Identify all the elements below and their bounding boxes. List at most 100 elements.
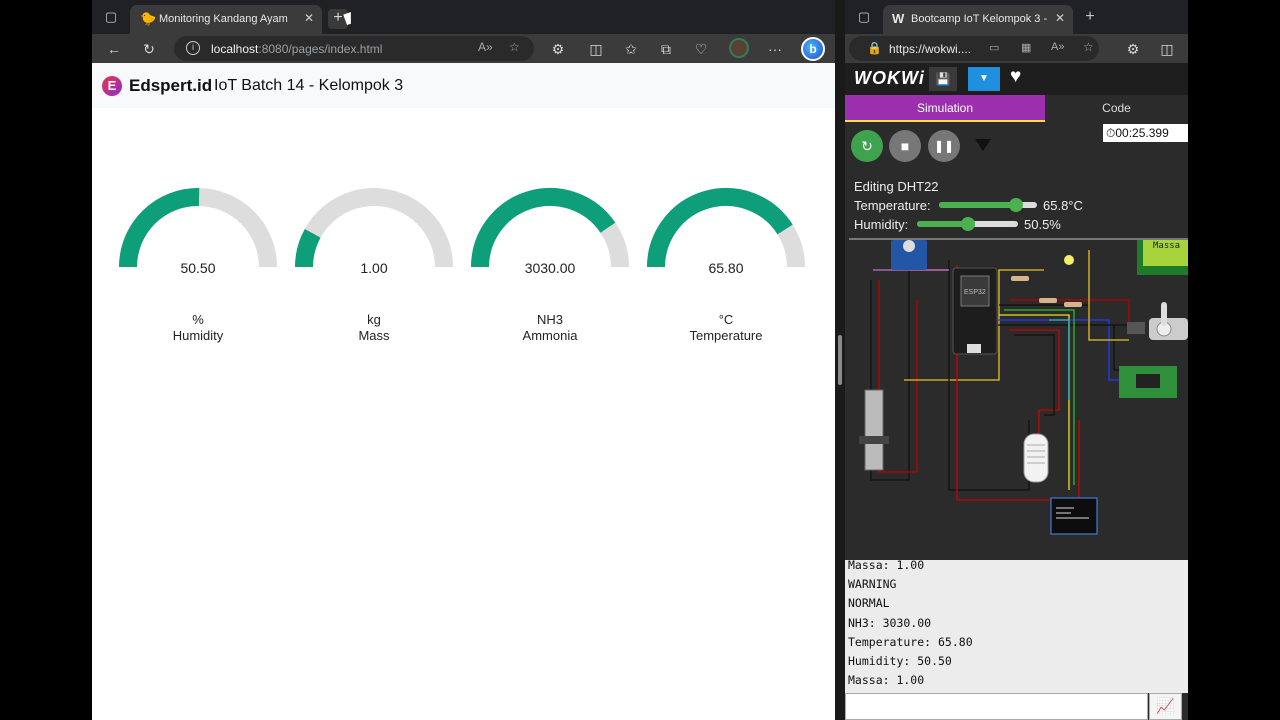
- stop-simulation-button[interactable]: ■: [889, 130, 921, 162]
- wokwi-w-icon: W: [892, 11, 905, 26]
- divider-grip[interactable]: [838, 335, 842, 385]
- temperature-slider-knob[interactable]: [1009, 198, 1024, 212]
- gauge-track: [295, 188, 453, 268]
- heart-icon[interactable]: ♥: [1010, 66, 1021, 88]
- gauge-mass: 1.00 kg Mass: [286, 187, 462, 347]
- wokwi-logo[interactable]: WOKWi: [854, 68, 925, 89]
- collections-icon[interactable]: ⧉: [656, 39, 676, 59]
- temperature-slider[interactable]: [939, 198, 1037, 212]
- favorite-star-icon[interactable]: ☆: [1083, 40, 1094, 54]
- split-screen-icon[interactable]: ◫: [1157, 39, 1177, 59]
- gauge-value: 3030.00: [524, 260, 576, 276]
- close-tab-icon[interactable]: ✕: [1055, 11, 1065, 25]
- gauge-label: Mass: [358, 328, 390, 343]
- tab-actions-icon[interactable]: ▢: [102, 8, 120, 26]
- restart-simulation-button[interactable]: ↻: [851, 130, 883, 162]
- gauge-unit: °C: [718, 312, 734, 327]
- resistor-3: [1064, 302, 1082, 307]
- chick-icon: 🐤: [140, 11, 157, 26]
- gauge-value: 65.80: [708, 260, 744, 276]
- gauge-label: Ammonia: [522, 328, 578, 343]
- serial-plotter-icon[interactable]: 📈: [1149, 693, 1182, 720]
- serial-line: Temperature: 65.80: [848, 634, 973, 649]
- gauge-fill: [471, 187, 616, 268]
- serial-line: WARNING: [848, 577, 897, 592]
- lcd-text: Massa: [1153, 241, 1180, 251]
- hx711-chip: [1136, 374, 1160, 388]
- url-text: localhost:8080/pages/index.html: [211, 42, 383, 56]
- serial-line: NORMAL: [848, 596, 890, 611]
- web-page: E Edspert.id IoT Batch 14 - Kelompok 3 5…: [92, 63, 835, 720]
- new-tab-button[interactable]: +: [1081, 8, 1099, 26]
- wokwi-tabs: Simulation Code: [845, 95, 1188, 122]
- split-screen-icon[interactable]: ◫: [586, 39, 606, 59]
- stopwatch-icon: ⏱: [1106, 126, 1116, 140]
- refresh-icon[interactable]: ↻: [139, 39, 159, 59]
- gauge-unit: %: [192, 312, 204, 327]
- gauge-unit: NH3: [536, 312, 563, 327]
- back-icon[interactable]: ←: [104, 39, 124, 59]
- gauge-fill: [119, 188, 200, 268]
- favorites-icon[interactable]: ✩: [621, 39, 641, 59]
- load-cell-mount: [859, 436, 889, 444]
- info-icon[interactable]: i: [186, 41, 200, 55]
- serial-line: Humidity: 50.50: [848, 654, 952, 668]
- right-browser-toolbar: 🔒 https://wokwi.... ▭ ▦ A» ☆ ⚙ ◫: [845, 34, 1188, 63]
- save-dropdown-button[interactable]: ▼: [968, 67, 1000, 91]
- humidity-slider-knob[interactable]: [961, 217, 975, 231]
- servo-connector: [1127, 322, 1145, 334]
- dht22-edit-panel: Editing DHT22 Temperature: 65.8°C Humidi…: [845, 175, 1188, 239]
- dht22-sensor: [1023, 433, 1049, 483]
- humidity-slider[interactable]: [917, 217, 1018, 231]
- more-menu-icon[interactable]: ···: [765, 39, 785, 59]
- page-title: IoT Batch 14 - Kelompok 3: [214, 77, 404, 94]
- tab-title: Monitoring Kandang Ayam: [159, 13, 288, 25]
- lock-icon[interactable]: 🔒: [867, 41, 882, 55]
- right-tab-strip: ▢ W Bootcamp IoT Kelompok 3 - W ✕ +: [845, 0, 1188, 34]
- tab-code[interactable]: Code: [1045, 95, 1188, 122]
- bing-copilot-icon[interactable]: b: [801, 37, 825, 61]
- address-bar[interactable]: i localhost:8080/pages/index.html A» ☆: [174, 36, 534, 61]
- split-view-divider[interactable]: [835, 0, 845, 720]
- serial-input[interactable]: [845, 693, 1148, 720]
- close-tab-icon[interactable]: ✕: [304, 11, 314, 25]
- circuit-canvas[interactable]: Massa ESP32: [849, 238, 1188, 560]
- extensions-icon[interactable]: ⚙: [1123, 39, 1143, 59]
- edspert-logo-icon: E: [102, 76, 122, 96]
- read-aloud-icon[interactable]: A»: [478, 40, 493, 54]
- editing-title: Editing DHT22: [854, 179, 939, 194]
- tab-wokwi[interactable]: W Bootcamp IoT Kelompok 3 - W ✕: [883, 5, 1073, 34]
- tab-simulation[interactable]: Simulation: [845, 95, 1045, 122]
- address-bar[interactable]: 🔒 https://wokwi.... ▭ ▦ A» ☆: [849, 36, 1099, 61]
- tab-monitoring[interactable]: 🐤 Monitoring Kandang Ayam ✕: [130, 5, 322, 34]
- resistor-1: [1011, 276, 1029, 281]
- app-available-icon[interactable]: ▭: [989, 41, 999, 54]
- pause-simulation-button[interactable]: ❚❚: [928, 130, 960, 162]
- left-browser-window: ▢ 🐤 Monitoring Kandang Ayam ✕ + ← ↻ i lo…: [92, 0, 835, 720]
- serial-line: Massa: 1.00: [848, 560, 925, 572]
- temperature-value: 65.8°C: [1043, 198, 1083, 213]
- gauge-arc: [647, 188, 805, 268]
- gauge-arc: [471, 187, 629, 268]
- gauge-label: Humidity: [172, 328, 224, 343]
- temperature-label: Temperature:: [854, 198, 931, 213]
- save-button[interactable]: 💾: [929, 67, 957, 91]
- profile-avatar[interactable]: [729, 38, 749, 58]
- right-browser-window: ▢ W Bootcamp IoT Kelompok 3 - W ✕ + 🔒 ht…: [845, 0, 1188, 720]
- extensions-icon[interactable]: ⚙: [548, 39, 568, 59]
- gauge-humidity: 50.50% Humidity: [110, 187, 286, 347]
- timer-value: 00:25.399: [1115, 126, 1169, 140]
- browser-essentials-icon[interactable]: ♡: [691, 39, 711, 59]
- grid-icon[interactable]: ▦: [1021, 41, 1031, 54]
- usb-port: [967, 344, 981, 353]
- brand-name: Edspert.id: [129, 76, 213, 95]
- favorite-star-icon[interactable]: ☆: [509, 40, 520, 54]
- gauge-unit: kg: [367, 312, 381, 327]
- read-aloud-icon[interactable]: A»: [1051, 41, 1064, 53]
- tab-actions-icon[interactable]: ▢: [855, 8, 873, 26]
- wokwi-header: WOKWi 💾 ▼ ♥: [845, 63, 1188, 95]
- simulation-timer: ⏱00:25.399: [1103, 124, 1188, 142]
- circuit-diagram: Massa ESP32: [859, 240, 1188, 535]
- rtc-battery: [903, 240, 915, 252]
- gauge-value: 1.00: [360, 260, 388, 276]
